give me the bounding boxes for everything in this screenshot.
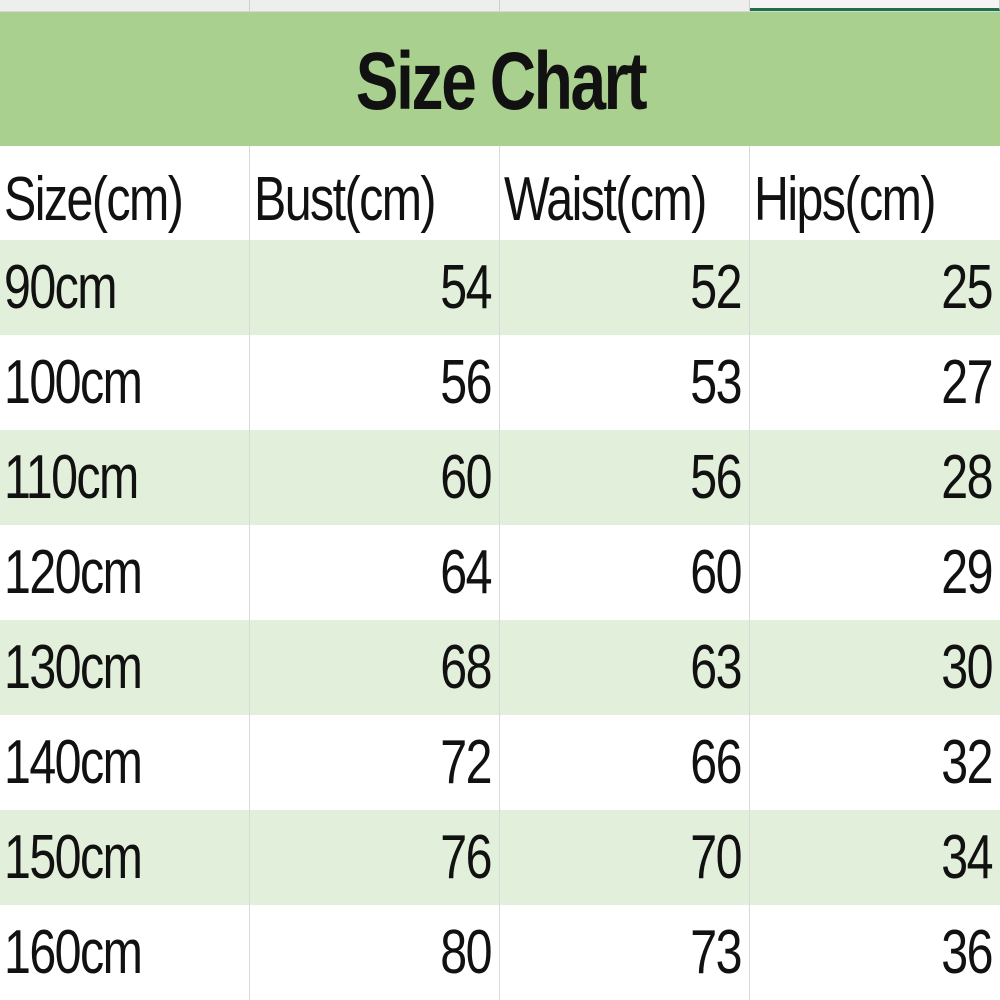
title-merged-cell[interactable]: Size Chart bbox=[0, 12, 1000, 146]
hips-cell[interactable]: 29 bbox=[750, 525, 1000, 620]
bust-cell[interactable]: 80 bbox=[250, 905, 500, 1000]
bust-cell[interactable]: 64 bbox=[250, 525, 500, 620]
bust-cell[interactable]: 54 bbox=[250, 240, 500, 335]
table-row: 150cm 76 70 34 bbox=[0, 810, 1000, 905]
waist-cell[interactable]: 70 bbox=[500, 810, 750, 905]
waist-cell[interactable]: 56 bbox=[500, 430, 750, 525]
cell-value: 130cm bbox=[4, 632, 143, 702]
cell-value: 120cm bbox=[4, 537, 143, 607]
header-cell-hips[interactable]: Hips(cm) bbox=[750, 146, 1000, 240]
cell[interactable] bbox=[500, 0, 750, 11]
cell-value: 72 bbox=[440, 727, 492, 797]
header-label: Bust(cm) bbox=[254, 165, 437, 234]
waist-cell[interactable]: 52 bbox=[500, 240, 750, 335]
cell-value: 29 bbox=[941, 537, 993, 607]
hips-cell[interactable]: 25 bbox=[750, 240, 1000, 335]
cell-value: 34 bbox=[941, 822, 993, 892]
header-label: Size(cm) bbox=[4, 165, 184, 234]
header-label: Hips(cm) bbox=[754, 165, 937, 234]
cell[interactable] bbox=[0, 0, 250, 11]
cell-value: 25 bbox=[941, 252, 993, 322]
bust-cell[interactable]: 76 bbox=[250, 810, 500, 905]
hips-cell[interactable]: 27 bbox=[750, 335, 1000, 430]
cell-value: 60 bbox=[690, 537, 742, 607]
cell-value: 66 bbox=[690, 727, 742, 797]
cell-value: 76 bbox=[440, 822, 492, 892]
waist-cell[interactable]: 66 bbox=[500, 715, 750, 810]
size-cell[interactable]: 160cm bbox=[0, 905, 250, 1000]
cell-value: 140cm bbox=[4, 727, 143, 797]
cell-value: 90cm bbox=[4, 252, 118, 322]
cell-value: 160cm bbox=[4, 917, 143, 987]
cell-value: 80 bbox=[440, 917, 492, 987]
spreadsheet: Size Chart Size(cm) Bust(cm) Waist(cm) H… bbox=[0, 0, 1000, 1000]
cell-value: 27 bbox=[941, 347, 993, 417]
hips-cell[interactable]: 32 bbox=[750, 715, 1000, 810]
cell-value: 56 bbox=[440, 347, 492, 417]
cell-value: 52 bbox=[690, 252, 742, 322]
cell-value: 150cm bbox=[4, 822, 143, 892]
hips-cell[interactable]: 30 bbox=[750, 620, 1000, 715]
cell-value: 70 bbox=[690, 822, 742, 892]
header-cell-size[interactable]: Size(cm) bbox=[0, 146, 250, 240]
size-table: Size(cm) Bust(cm) Waist(cm) Hips(cm) 90c… bbox=[0, 146, 1000, 1000]
header-label: Waist(cm) bbox=[504, 165, 707, 234]
header-cell-bust[interactable]: Bust(cm) bbox=[250, 146, 500, 240]
table-row: 140cm 72 66 32 bbox=[0, 715, 1000, 810]
bust-cell[interactable]: 72 bbox=[250, 715, 500, 810]
waist-cell[interactable]: 53 bbox=[500, 335, 750, 430]
cell-value: 54 bbox=[440, 252, 492, 322]
size-cell[interactable]: 100cm bbox=[0, 335, 250, 430]
bust-cell[interactable]: 56 bbox=[250, 335, 500, 430]
waist-cell[interactable]: 73 bbox=[500, 905, 750, 1000]
bust-cell[interactable]: 68 bbox=[250, 620, 500, 715]
cell-value: 73 bbox=[690, 917, 742, 987]
cell[interactable] bbox=[250, 0, 500, 11]
table-row: 110cm 60 56 28 bbox=[0, 430, 1000, 525]
cell-value: 28 bbox=[941, 442, 993, 512]
selected-cell[interactable] bbox=[750, 0, 1000, 11]
hips-cell[interactable]: 34 bbox=[750, 810, 1000, 905]
size-cell[interactable]: 110cm bbox=[0, 430, 250, 525]
hips-cell[interactable]: 28 bbox=[750, 430, 1000, 525]
cell-value: 60 bbox=[440, 442, 492, 512]
bust-cell[interactable]: 60 bbox=[250, 430, 500, 525]
size-cell[interactable]: 90cm bbox=[0, 240, 250, 335]
table-row: 130cm 68 63 30 bbox=[0, 620, 1000, 715]
size-cell[interactable]: 150cm bbox=[0, 810, 250, 905]
table-row: 120cm 64 60 29 bbox=[0, 525, 1000, 620]
cell-value: 36 bbox=[941, 917, 993, 987]
size-cell[interactable]: 140cm bbox=[0, 715, 250, 810]
cell-value: 110cm bbox=[4, 442, 139, 512]
size-cell[interactable]: 130cm bbox=[0, 620, 250, 715]
table-row: 160cm 80 73 36 bbox=[0, 905, 1000, 1000]
cell-value: 30 bbox=[941, 632, 993, 702]
previous-row-strip bbox=[0, 0, 1000, 12]
cell-value: 32 bbox=[941, 727, 993, 797]
waist-cell[interactable]: 60 bbox=[500, 525, 750, 620]
cell-value: 53 bbox=[690, 347, 742, 417]
cell-value: 68 bbox=[440, 632, 492, 702]
table-row: 90cm 54 52 25 bbox=[0, 240, 1000, 335]
table-row: 100cm 56 53 27 bbox=[0, 335, 1000, 430]
cell-value: 63 bbox=[690, 632, 742, 702]
waist-cell[interactable]: 63 bbox=[500, 620, 750, 715]
page-title: Size Chart bbox=[355, 36, 647, 127]
cell-value: 56 bbox=[690, 442, 742, 512]
header-cell-waist[interactable]: Waist(cm) bbox=[500, 146, 750, 240]
hips-cell[interactable]: 36 bbox=[750, 905, 1000, 1000]
size-cell[interactable]: 120cm bbox=[0, 525, 250, 620]
cell-value: 64 bbox=[440, 537, 492, 607]
cell-value: 100cm bbox=[4, 347, 143, 417]
table-header-row: Size(cm) Bust(cm) Waist(cm) Hips(cm) bbox=[0, 146, 1000, 240]
